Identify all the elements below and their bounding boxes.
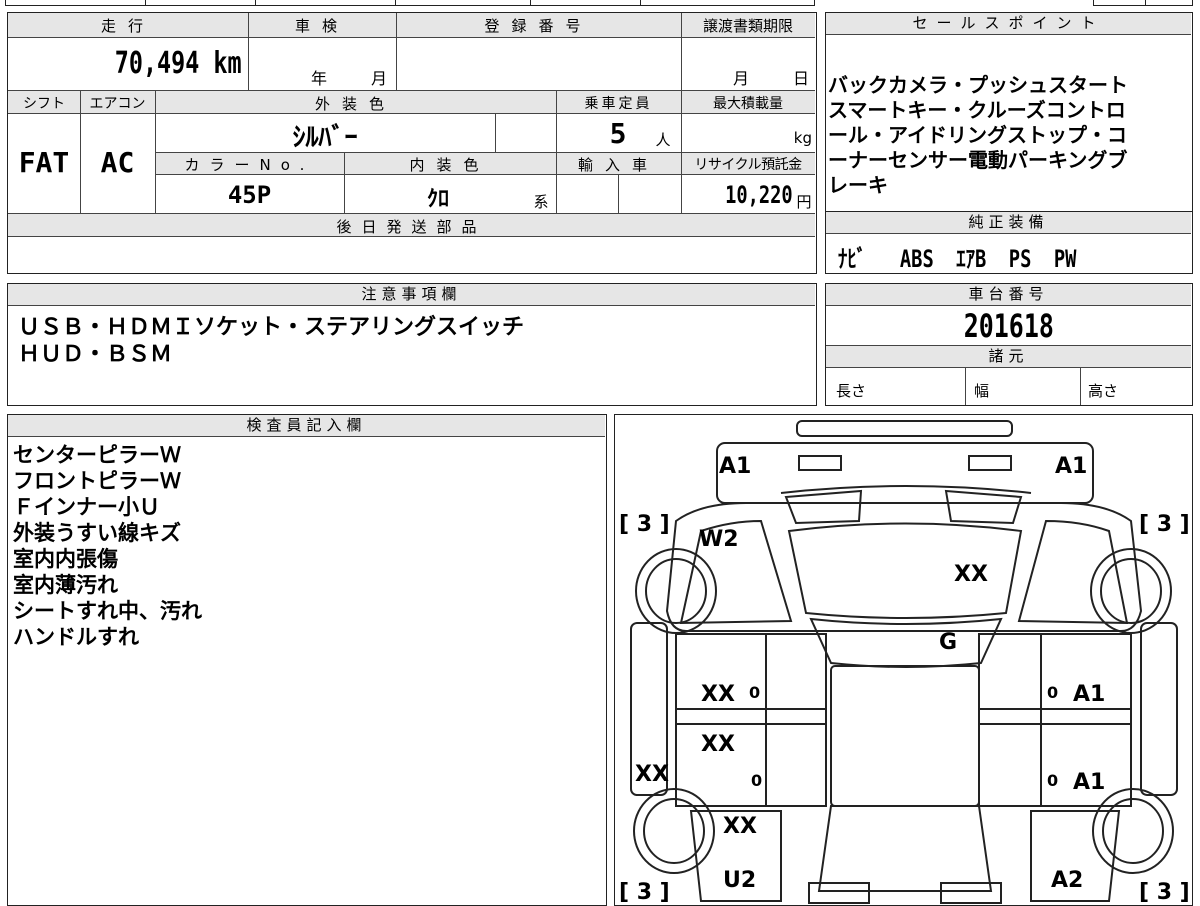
- sales-point-text: バックカメラ・プッシュスタート スマートキー・クルーズコントロ ール・アイドリン…: [828, 73, 1190, 198]
- recycle-value: 10,220: [725, 181, 793, 209]
- equipment-list: ﾅﾋﾞ ABS ｴｱB PS PW: [838, 239, 1188, 274]
- mark-xx-front-left-door: XX: [701, 682, 735, 707]
- inspector-line: 室内薄汚れ: [13, 573, 118, 597]
- mark-tire-fr: [ 3 ]: [1139, 512, 1190, 537]
- inspector-line: シートすれ中、汚れ: [13, 599, 202, 623]
- spec-length-label: 長さ: [836, 382, 867, 400]
- max-load-label: 最大積載量: [713, 96, 783, 112]
- sales-point-line: バックカメラ・プッシュスタート: [828, 73, 1128, 97]
- exterior-color-label: 外装色: [314, 95, 396, 113]
- mark-zero-rl: 0: [751, 771, 762, 790]
- sales-point-line: ーナーセンサー電動パーキングブ: [828, 148, 1128, 172]
- spec-width-label: 幅: [974, 382, 990, 400]
- interior-color-suffix: 系: [533, 193, 549, 211]
- sales-point-line: スマートキー・クルーズコントロ: [828, 98, 1126, 122]
- equipment-item: ABS: [899, 245, 934, 273]
- transfer-month: 月: [732, 69, 749, 88]
- damage-diagram-box: A1 A1 [ 3 ] [ 3 ] W2 XX G XX 0 A1 0 XX 0…: [614, 414, 1193, 906]
- inspector-line: ハンドルすれ: [13, 625, 139, 649]
- mileage-label: 走行: [100, 17, 155, 35]
- equipment-item: ｴｱB: [956, 245, 987, 273]
- exterior-color-value: ｼﾙﾊﾞｰ: [292, 123, 358, 153]
- notes-text: ＵＳＢ・ＨＤＭＩソケット・ステアリングスイッチ ＨＵＤ・ＢＳＭ: [18, 314, 524, 368]
- mark-a1-front-right: A1: [1055, 454, 1087, 479]
- inspector-line: 室内内張傷: [13, 547, 118, 571]
- notes-label: 注意事項欄: [8, 284, 815, 306]
- capacity-label: 乗車定員: [584, 96, 653, 112]
- aircon-value: AC: [100, 146, 135, 179]
- equipment-box: 純正装備 ﾅﾋﾞ ABS ｴｱB PS PW: [825, 212, 1193, 274]
- inspector-line: 外装うすい線キズ: [13, 521, 181, 545]
- car-diagram: A1 A1 [ 3 ] [ 3 ] W2 XX G XX 0 A1 0 XX 0…: [619, 420, 1190, 905]
- equipment-item: PW: [1053, 245, 1077, 273]
- chassis-label: 車台番号: [826, 284, 1191, 306]
- inspector-line: フロントピラーＷ: [13, 469, 181, 493]
- interior-color-value: ｸﾛ: [426, 187, 449, 212]
- specs-label: 諸元: [826, 346, 1191, 368]
- mark-tire-rr: [ 3 ]: [1139, 880, 1190, 905]
- interior-color-label: 内装色: [409, 156, 491, 174]
- top-strip: [5, 0, 1193, 7]
- sales-point-label: セールスポイント: [826, 13, 1191, 35]
- mark-a2: A2: [1051, 868, 1083, 893]
- shift-label: シフト: [23, 96, 65, 112]
- capacity-value: 5: [609, 117, 627, 150]
- registration-label: 登録番号: [484, 17, 593, 35]
- color-no-label: カラーNo.: [184, 156, 315, 174]
- sales-point-line: ール・アイドリングストップ・コ: [828, 123, 1127, 147]
- equipment-item: ﾅﾋﾞ: [838, 245, 867, 273]
- later-parts-label: 後日発送部品: [336, 218, 487, 236]
- shaken-label: 車検: [294, 17, 349, 35]
- equipment-label: 純正装備: [826, 212, 1191, 234]
- mark-tire-fl: [ 3 ]: [619, 512, 670, 537]
- spec-height-label: 高さ: [1088, 382, 1119, 400]
- mark-a1-front-left: A1: [719, 454, 751, 479]
- shift-value: FAT: [18, 146, 70, 179]
- mark-xx-rear-left-door: XX: [701, 732, 735, 757]
- sales-point-line: レーキ: [828, 173, 888, 197]
- mark-a1-front-right-door: A1: [1073, 682, 1105, 707]
- mark-zero-fl: 0: [749, 683, 760, 702]
- shaken-year: 年: [310, 69, 327, 88]
- sales-point-box: セールスポイント バックカメラ・プッシュスタート スマートキー・クルーズコントロ…: [825, 12, 1193, 212]
- notes-box: 注意事項欄 ＵＳＢ・ＨＤＭＩソケット・ステアリングスイッチ ＨＵＤ・ＢＳＭ: [7, 283, 817, 406]
- inspector-box: 検査員記入欄 センターピラーＷ フロントピラーＷ Ｆインナー小Ｕ 外装うすい線キ…: [7, 414, 607, 906]
- inspector-label: 検査員記入欄: [8, 415, 605, 437]
- inspector-line: Ｆインナー小Ｕ: [13, 495, 160, 519]
- max-load-unit: kg: [793, 129, 812, 147]
- notes-line: ＵＳＢ・ＨＤＭＩソケット・ステアリングスイッチ: [18, 315, 525, 340]
- mark-zero-fr: 0: [1047, 683, 1058, 702]
- mileage-value: 70,494 km: [115, 46, 242, 81]
- mark-xx-hood: XX: [954, 562, 988, 587]
- shaken-month: 月: [370, 69, 387, 88]
- chassis-number: 201618: [963, 307, 1054, 345]
- transfer-day: 日: [792, 69, 809, 88]
- notes-line: ＨＵＤ・ＢＳＭ: [18, 342, 173, 367]
- mark-g-windshield: G: [939, 630, 957, 655]
- vehicle-info-table: 走行 車検 登録番号 譲渡書類期限 70,494 km 年 月 月 日 シフト …: [7, 12, 817, 274]
- recycle-label: リサイクル預託金: [694, 157, 802, 173]
- capacity-unit: 人: [655, 131, 671, 149]
- transfer-deadline-label: 譲渡書類期限: [702, 17, 793, 35]
- equipment-item: PS: [1008, 245, 1032, 273]
- chassis-box: 車台番号 201618 諸元 長さ 幅 高さ: [825, 283, 1193, 406]
- inspector-text: センターピラーＷ フロントピラーＷ Ｆインナー小Ｕ 外装うすい線キズ 室内内張傷…: [13, 442, 202, 650]
- mark-w2: W2: [699, 527, 739, 552]
- recycle-unit: 円: [796, 193, 812, 211]
- mark-xx-left-side: XX: [635, 762, 669, 787]
- import-label: 輸入車: [577, 156, 659, 174]
- inspector-line: センターピラーＷ: [13, 443, 181, 467]
- mark-a1-rear-right-door: A1: [1073, 770, 1105, 795]
- color-no-value: 45P: [227, 181, 272, 209]
- mark-tire-rl: [ 3 ]: [619, 880, 670, 905]
- mark-xx-rear-left: XX: [723, 814, 757, 839]
- mark-u2: U2: [723, 868, 756, 893]
- mark-zero-rr: 0: [1047, 771, 1058, 790]
- aircon-label: エアコン: [89, 96, 146, 112]
